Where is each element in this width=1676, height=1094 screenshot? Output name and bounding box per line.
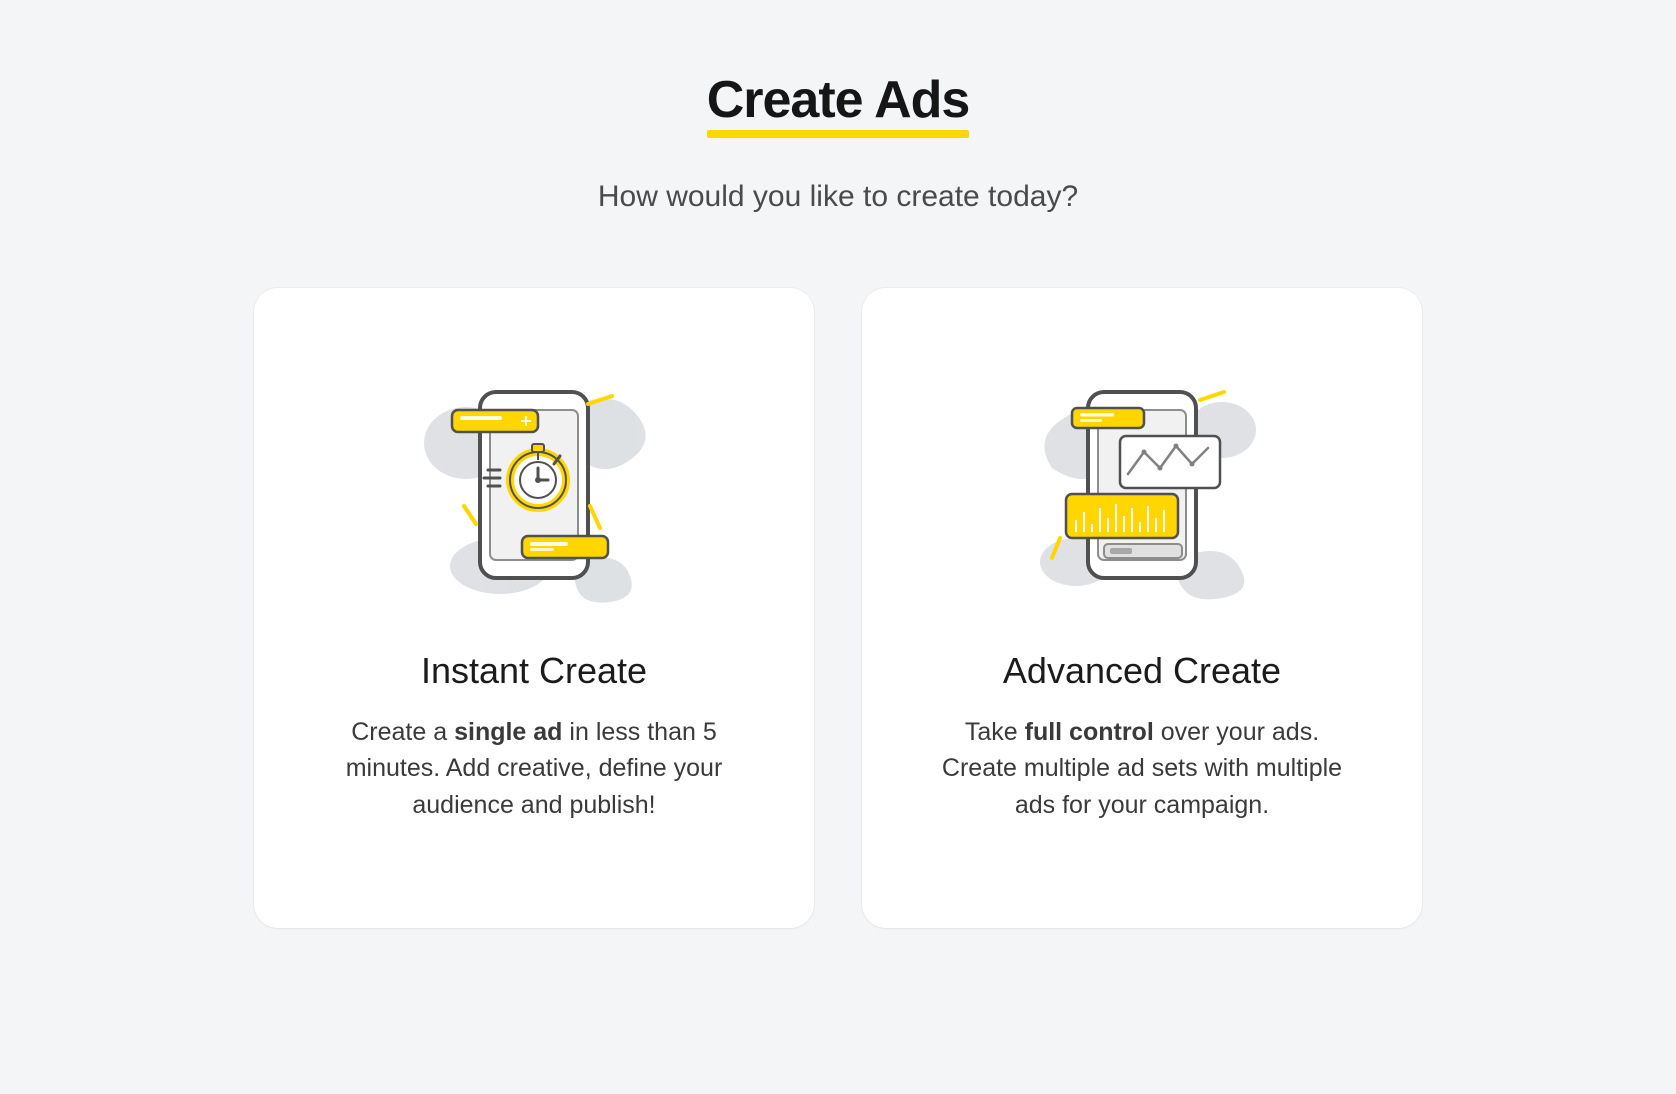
analytics-phone-icon [1012,348,1272,608]
advanced-create-title: Advanced Create [1003,650,1281,692]
advanced-create-description: Take full control over your ads. Create … [932,714,1352,823]
advanced-create-illustration [1012,348,1272,608]
advanced-create-card[interactable]: Advanced Create Take full control over y… [862,288,1422,928]
text-fragment: Take [965,718,1025,746]
page-title: Create Ads [707,70,970,136]
instant-create-card[interactable]: Instant Create Create a single ad in les… [254,288,814,928]
instant-create-description: Create a single ad in less than 5 minute… [324,714,744,823]
text-fragment: Create a [351,718,454,746]
page-subtitle: How would you like to create today? [598,180,1078,214]
text-bold: single ad [454,718,562,746]
text-bold: full control [1025,718,1154,746]
instant-create-illustration [404,348,664,608]
instant-create-title: Instant Create [421,650,647,692]
stopwatch-phone-icon [404,348,664,608]
option-cards: Instant Create Create a single ad in les… [254,288,1422,928]
